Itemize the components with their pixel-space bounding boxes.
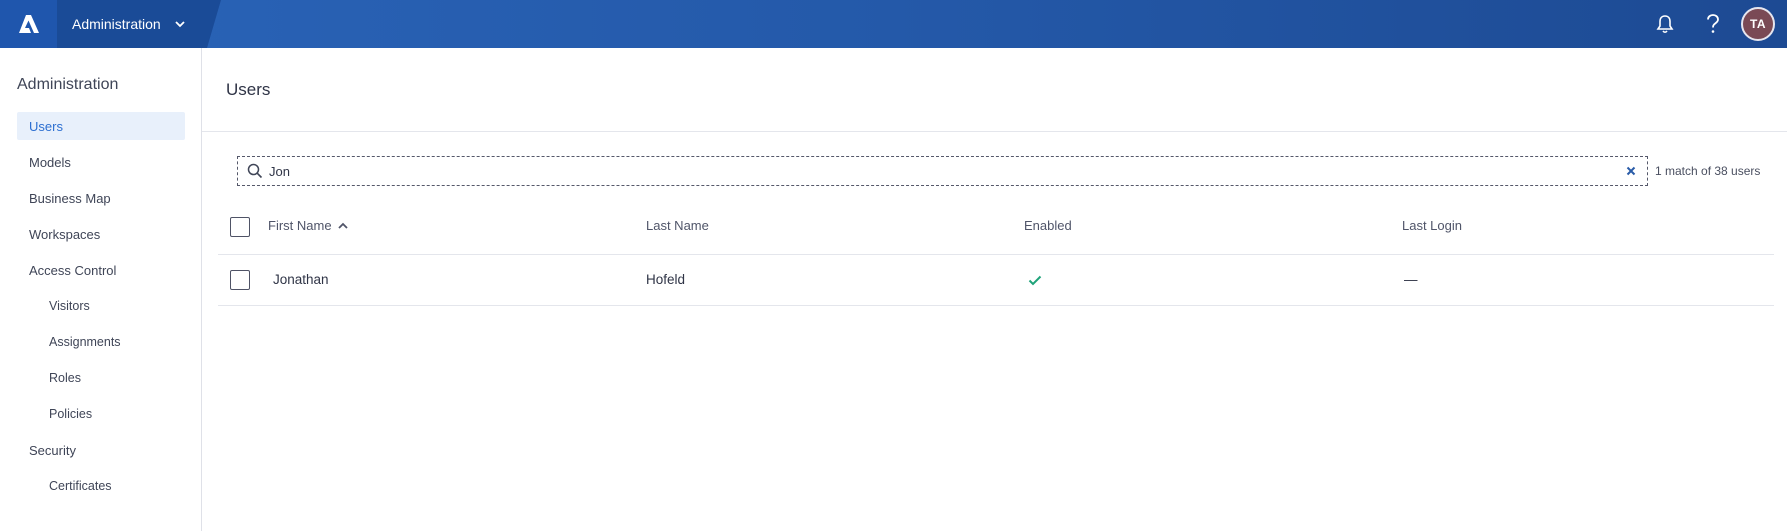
sidebar-item-visitors[interactable]: Visitors: [17, 292, 185, 320]
table-row[interactable]: Jonathan Hofeld —: [218, 255, 1774, 306]
match-count: 1 match of 38 users: [1655, 164, 1761, 178]
sidebar-item-label: Policies: [49, 407, 93, 421]
column-header-label: First Name: [268, 218, 332, 233]
sidebar-item-label: Workspaces: [29, 226, 101, 242]
sidebar-title: Administration: [17, 76, 119, 93]
page-title: Users: [226, 80, 271, 99]
column-header-last-login[interactable]: Last Login: [1402, 218, 1462, 233]
column-header-label: Last Name: [646, 218, 709, 233]
search-input[interactable]: [269, 158, 1619, 184]
search-box: [237, 156, 1648, 186]
column-header-label: Enabled: [1024, 218, 1072, 233]
row-checkbox[interactable]: [230, 270, 250, 290]
cell-last-name: Hofeld: [646, 272, 686, 287]
sidebar-item-label: Access Control: [29, 262, 117, 278]
sort-ascending-icon: [337, 222, 348, 229]
header-actions: TA: [1641, 0, 1787, 48]
sidebar-item-label: Users: [29, 118, 63, 134]
top-bar: Administration TA: [0, 0, 1787, 48]
sidebar-item-label: Business Map: [29, 190, 111, 206]
bell-icon[interactable]: [1641, 0, 1689, 48]
question-icon[interactable]: [1689, 0, 1737, 48]
cell-last-login: —: [1404, 272, 1418, 287]
checkmark-icon: [1028, 274, 1042, 289]
sidebar-item-label: Visitors: [49, 299, 90, 313]
column-header-last-name[interactable]: Last Name: [646, 218, 709, 233]
sidebar-item-roles[interactable]: Roles: [17, 364, 185, 392]
main-content: Users 1 match of 38 users First Name Las…: [202, 48, 1787, 531]
column-header-enabled[interactable]: Enabled: [1024, 218, 1072, 233]
cell-first-name: Jonathan: [273, 272, 329, 287]
column-header-first-name[interactable]: First Name: [268, 218, 348, 233]
sidebar-item-label: Roles: [49, 371, 81, 385]
sidebar-item-assignments[interactable]: Assignments: [17, 328, 185, 356]
sidebar-item-users[interactable]: Users: [17, 112, 185, 140]
sidebar-item-workspaces[interactable]: Workspaces: [17, 220, 185, 248]
sidebar-item-label: Assignments: [49, 335, 121, 349]
sidebar-item-access-control[interactable]: Access Control: [17, 256, 185, 284]
sidebar-item-business-map[interactable]: Business Map: [17, 184, 185, 212]
sidebar-item-models[interactable]: Models: [17, 148, 185, 176]
user-avatar[interactable]: TA: [1741, 7, 1775, 41]
table-header: First Name Last Name Enabled Last Login: [218, 198, 1774, 255]
chevron-down-icon: [175, 20, 185, 28]
select-all-checkbox[interactable]: [230, 217, 250, 237]
sidebar-item-label: Security: [29, 442, 76, 458]
sidebar: Administration Users Models Business Map…: [0, 48, 202, 531]
column-header-label: Last Login: [1402, 218, 1462, 233]
brand-logo-icon[interactable]: [0, 0, 57, 48]
app-switcher-button[interactable]: Administration: [57, 0, 221, 48]
sidebar-item-policies[interactable]: Policies: [17, 400, 185, 428]
sidebar-item-label: Models: [29, 154, 71, 170]
close-icon[interactable]: [1619, 166, 1643, 176]
sidebar-item-security[interactable]: Security: [17, 436, 185, 464]
sidebar-item-certificates[interactable]: Certificates: [17, 472, 185, 500]
sidebar-item-label: Certificates: [49, 479, 112, 493]
divider: [202, 131, 1787, 132]
app-name: Administration: [72, 16, 161, 32]
search-icon: [241, 163, 269, 179]
